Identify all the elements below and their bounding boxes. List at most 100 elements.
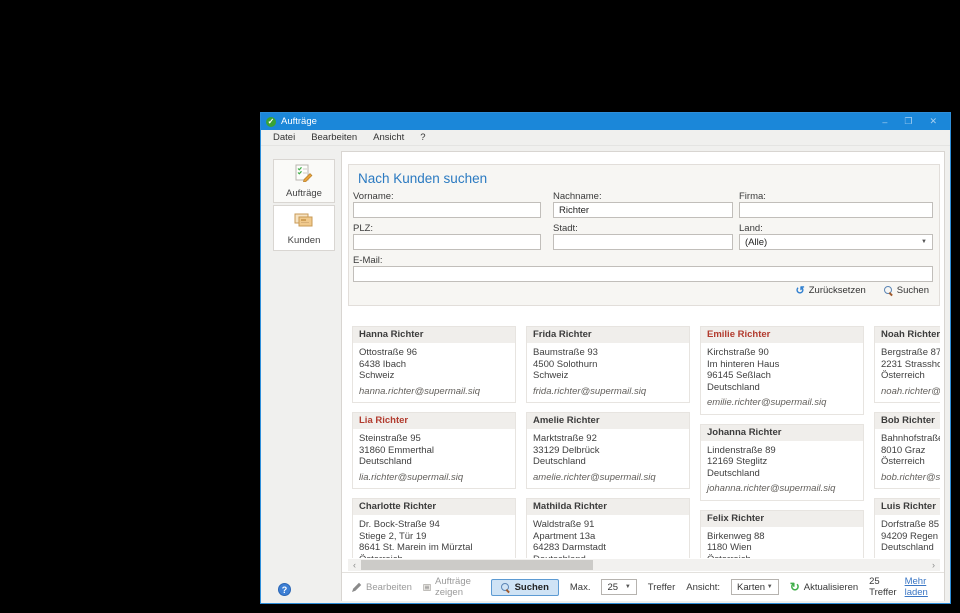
menu-bar: Datei Bearbeiten Ansicht ? — [261, 130, 950, 146]
customer-card[interactable]: Mathilda Richter Waldstraße 91 Apartment 1… — [526, 498, 690, 558]
address-line: 2231 Strasshof — [881, 358, 940, 370]
treffer-label: Treffer — [647, 581, 676, 593]
customer-name: Hanna Richter — [353, 327, 515, 343]
scroll-left-icon[interactable]: ‹ — [348, 559, 361, 571]
customer-email: amelie.richter@supermail.siq — [533, 471, 656, 483]
toolbar-search-button[interactable]: Suchen — [490, 578, 559, 596]
customer-email: luis.richter@supermail.siq — [881, 558, 940, 559]
max-select-value: 25 — [607, 581, 619, 593]
sidebar-tab-label: Aufträge — [286, 187, 322, 199]
customer-card[interactable]: Bob RichterBahnhofstraße 868010 GrazÖste… — [874, 412, 940, 489]
edit-button[interactable]: Bearbeiten — [351, 582, 412, 593]
scroll-right-icon[interactable]: › — [927, 559, 940, 571]
address-line: 64283 Darmstadt — [533, 542, 606, 553]
customer-name: Frida Richter — [527, 327, 689, 343]
customer-email: emilie.richter@supermail.siq — [707, 397, 827, 408]
address-line: Österreich — [881, 370, 925, 381]
reset-button[interactable]: ↺ Zurücksetzen — [796, 284, 866, 297]
address-line: Österreich — [707, 554, 857, 559]
customer-card[interactable]: Lia Richter Steinstraße 95 31860 Emmerthal… — [352, 412, 516, 489]
stadt-input[interactable] — [553, 234, 733, 250]
close-button[interactable]: ✕ — [929, 116, 937, 127]
customer-card[interactable]: Emilie Richter Kirchstraße 90 Im hinteren … — [700, 326, 864, 415]
firma-input[interactable] — [739, 202, 933, 218]
customer-card-body: Bahnhofstraße 868010 GrazÖsterreich bob.r… — [875, 429, 940, 488]
customer-card[interactable]: Frida Richter Baumstraße 93 4500 Solothurn… — [526, 326, 690, 403]
customer-name: Johanna Richter — [701, 424, 863, 441]
menu-ansicht[interactable]: Ansicht — [365, 132, 412, 143]
customer-card[interactable]: Noah Richter Bergstraße 87 2231 Strasshof Ö… — [874, 326, 940, 403]
results-area: Hanna Richter Ottostraße 96 6438 Ibach Schw… — [348, 320, 940, 558]
card-column: Noah Richter Bergstraße 87 2231 Strasshof Ö… — [874, 320, 940, 558]
customer-card[interactable]: Johanna Richter Lindenstraße 89 12169 Steg… — [700, 423, 864, 501]
minimize-button[interactable]: – — [882, 117, 887, 127]
address-line: Waldstraße 91 — [533, 519, 595, 530]
address-line: Bergstraße 87 — [881, 347, 940, 358]
customer-card-body: Baumstraße 93 4500 Solothurn Schweiz frida.… — [527, 343, 689, 402]
address-line: Österreich — [881, 456, 925, 467]
scrollbar-thumb[interactable] — [361, 560, 593, 570]
orders-icon — [294, 164, 314, 185]
firma-label: Firma: — [739, 191, 766, 202]
address-line: Schweiz — [533, 370, 569, 381]
address-line: 4500 Solothurn — [533, 358, 598, 370]
customer-card-body: Dorfstraße 8594209 RegenDeutschland luis.… — [875, 515, 940, 558]
address-line: 31860 Emmerthal — [359, 444, 434, 456]
customer-card[interactable]: Hanna Richter Ottostraße 96 6438 Ibach Schw… — [352, 326, 516, 403]
plz-label: PLZ: — [353, 223, 374, 234]
load-more-link[interactable]: Mehr laden — [905, 576, 935, 598]
customer-card[interactable]: Amelie Richter Marktstraße 92 33129 Delbrü… — [526, 412, 690, 489]
show-orders-button[interactable]: Aufträge zeigen — [423, 576, 480, 598]
window-body: Aufträge Kunden Nach Kunden suchen Vorna… — [261, 146, 950, 603]
address-line: Deutschland — [533, 554, 683, 559]
title-bar: ✓ Aufträge – ❐ ✕ — [261, 113, 950, 130]
chevron-down-icon: ▼ — [624, 584, 631, 590]
address-line: Lindenstraße 89 — [707, 444, 776, 456]
refresh-button[interactable]: ↻ Aktualisieren — [790, 580, 858, 594]
address-line: Steinstraße 95 — [359, 433, 421, 444]
customer-name: Emilie Richter — [701, 327, 863, 343]
customer-name: Charlotte Richter — [353, 499, 515, 515]
customer-card-body: Marktstraße 92 33129 Delbrück Deutschland a… — [527, 429, 689, 488]
horizontal-scrollbar[interactable]: ‹ › — [348, 559, 940, 571]
customer-name: Felix Richter — [701, 510, 863, 527]
address-line: Stiege 2, Tür 19 — [359, 530, 427, 542]
form-search-button[interactable]: Suchen — [883, 285, 929, 296]
email-input[interactable] — [353, 266, 933, 282]
card-column: Frida Richter Baumstraße 93 4500 Solothurn… — [526, 320, 690, 558]
customer-name: Luis Richter — [875, 499, 940, 515]
sidebar-tab-kunden[interactable]: Kunden — [273, 205, 335, 251]
customer-card-body: Lindenstraße 89 12169 Steglitz Deutschland… — [701, 441, 863, 500]
address-line: 94209 Regen — [881, 530, 939, 542]
customer-name: Mathilda Richter — [527, 499, 689, 515]
customer-card-body: Birkenweg 881180 WienÖsterreichfelix.ric… — [701, 527, 863, 559]
view-select[interactable]: Karten ▼ — [731, 579, 779, 595]
address-line: Apartment 13a — [533, 530, 596, 542]
maximize-button[interactable]: ❐ — [904, 116, 912, 127]
refresh-icon: ↻ — [789, 580, 800, 594]
show-orders-button-label: Aufträge zeigen — [434, 576, 471, 598]
plz-input[interactable] — [353, 234, 541, 250]
max-select[interactable]: 25 ▼ — [601, 579, 637, 595]
menu-bearbeiten[interactable]: Bearbeiten — [303, 132, 365, 143]
land-select[interactable]: (Alle) ▼ — [739, 234, 933, 250]
chevron-down-icon: ▼ — [921, 239, 927, 245]
nachname-input[interactable] — [553, 202, 733, 218]
address-line: Deutschland — [881, 542, 934, 553]
customer-card[interactable]: Felix RichterBirkenweg 881180 WienÖsterr… — [700, 509, 864, 559]
view-select-value: Karten — [737, 581, 766, 593]
customer-name: Lia Richter — [353, 413, 515, 429]
menu-datei[interactable]: Datei — [265, 132, 303, 143]
customer-email: johanna.richter@supermail.siq — [707, 483, 836, 494]
edit-button-label: Bearbeiten — [366, 581, 412, 593]
menu-help[interactable]: ? — [412, 132, 433, 143]
ansicht-label: Ansicht: — [686, 581, 721, 593]
help-icon[interactable]: ? — [278, 583, 291, 596]
customer-card[interactable]: Charlotte Richter Dr. Bock-Straße 94 Stieg… — [352, 498, 516, 558]
search-form-title: Nach Kunden suchen — [358, 171, 488, 186]
address-line: Marktstraße 92 — [533, 433, 597, 444]
vorname-input[interactable] — [353, 202, 541, 218]
orders-list-icon — [423, 583, 431, 591]
sidebar-tab-auftraege[interactable]: Aufträge — [273, 159, 335, 203]
customer-card[interactable]: Luis Richter Dorfstraße 85 94209 Regen Deut… — [874, 498, 940, 558]
